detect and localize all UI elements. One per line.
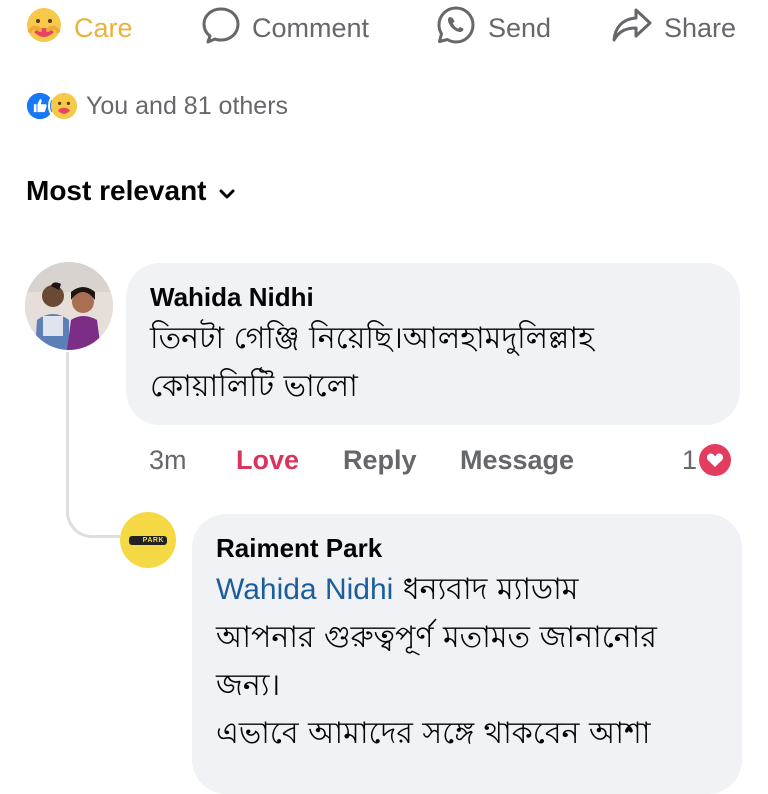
comment-button[interactable]: Comment [200,6,369,50]
brand-logo: PARK [129,535,167,545]
send-button[interactable]: Send [434,6,551,50]
reply-author[interactable]: Raiment Park [216,530,718,566]
comment-text-line: কোয়ালিটি ভালো [150,369,358,404]
comment-bubble[interactable]: Wahida Nidhi তিনটা গেঞ্জি নিয়েছি।আলহামদ… [126,263,740,425]
reply-text: Wahida Nidhi ধন্যবাদ ম্যাডাম আপনার গুরুত… [216,566,718,758]
reply-bubble[interactable]: Raiment Park Wahida Nidhi ধন্যবাদ ম্যাডা… [192,514,742,794]
comment-sort-dropdown[interactable]: Most relevant [26,170,235,212]
care-button[interactable]: Care [24,6,133,50]
sort-label: Most relevant [26,175,207,206]
message-button[interactable]: Message [460,438,574,482]
reaction-count-value: 1 [682,444,698,475]
comment-author[interactable]: Wahida Nidhi [150,279,716,315]
care-label: Care [74,12,133,43]
love-button[interactable]: Love [236,438,299,482]
reply-text-segment: ধন্যবাদ ম্যাডাম [393,572,579,607]
comment-reaction-count[interactable]: 1 [682,438,732,482]
reply-thread-line [66,352,120,538]
whatsapp-icon [434,3,478,54]
reply-text-line: জন্য। [216,668,281,703]
chevron-down-icon [219,175,235,207]
reactions-summary[interactable]: You and 81 others [24,86,288,126]
message-label: Message [460,444,575,475]
send-label: Send [488,12,552,43]
reply-text-line: আপনার গুরুত্বপূর্ণ মতামত জানানোর [216,620,657,655]
comment-icon [200,4,242,53]
love-label: Love [236,444,300,475]
brand-logo-text: PARK [142,536,164,544]
heart-reaction-icon [699,444,732,476]
comment-timestamp: 3m [149,444,187,475]
comment-label: Comment [252,12,370,43]
care-reaction-icon [24,5,64,52]
reply-button[interactable]: Reply [343,438,417,482]
reply-text-line: Wahida Nidhi ধন্যবাদ ম্যাডাম [216,566,718,614]
page-avatar[interactable]: PARK [120,512,176,568]
share-icon [610,5,654,52]
reaction-icons [24,90,80,122]
comment-text: তিনটা গেঞ্জি নিয়েছি।আলহামদুলিল্লাহ কোয়… [150,315,716,411]
reactions-summary-text: You and 81 others [86,91,289,120]
share-button[interactable]: Share [610,6,736,50]
reply-text-line: এভাবে আমাদের সঙ্গে থাকবেন আশা [216,716,651,751]
comment-text-line: তিনটা গেঞ্জি নিয়েছি।আলহামদুলিল্লাহ [150,321,594,356]
mention-link[interactable]: Wahida Nidhi [216,573,393,606]
profile-photo-icon [25,262,113,350]
care-reaction-icon [48,90,80,122]
commenter-avatar[interactable] [25,262,113,350]
reply-label: Reply [343,444,417,475]
share-label: Share [664,12,737,43]
